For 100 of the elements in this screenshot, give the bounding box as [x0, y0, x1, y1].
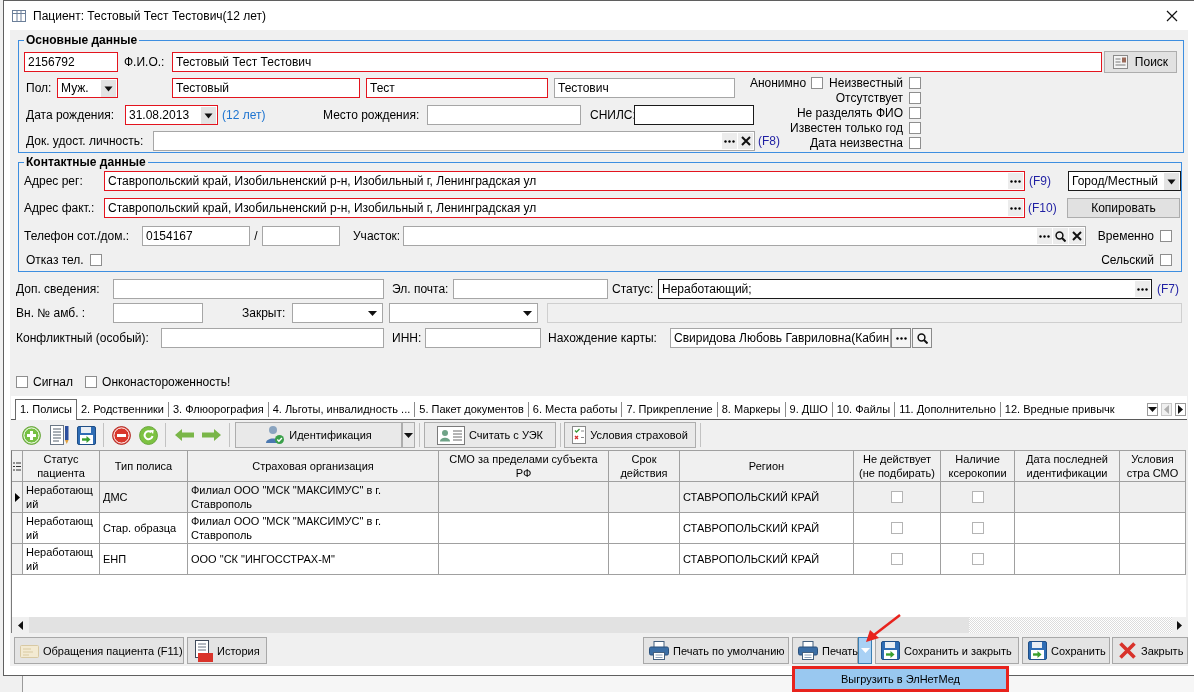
scroll-right-button[interactable]: [1175, 403, 1186, 416]
horizontal-scrollbar[interactable]: [11, 617, 1186, 633]
checkbox[interactable]: [971, 553, 984, 565]
browse-button[interactable]: [1037, 228, 1052, 244]
minus-icon[interactable]: [112, 425, 131, 445]
birth-date-picker[interactable]: 31.08.2013: [125, 105, 218, 125]
copy-button[interactable]: Копировать: [1067, 198, 1180, 218]
tab[interactable]: 6. Места работы: [527, 402, 622, 417]
column-header[interactable]: Срок действия: [609, 451, 680, 482]
clear-button[interactable]: [738, 133, 753, 149]
readonly-field[interactable]: [547, 303, 1182, 323]
read-card-button[interactable]: Считать с УЭК: [424, 422, 556, 448]
checkbox[interactable]: [909, 121, 921, 134]
scroll-right-button[interactable]: [1172, 617, 1186, 633]
refresh-icon[interactable]: [139, 425, 158, 445]
patient-visits-button[interactable]: Обращения пациента (F11): [14, 637, 184, 664]
checkbox[interactable]: [89, 254, 102, 266]
checkbox[interactable]: [811, 76, 824, 89]
phone-field[interactable]: 0154167: [142, 226, 250, 246]
tab[interactable]: 2. Родственники: [77, 402, 168, 417]
tab[interactable]: 8. Маркеры: [716, 402, 785, 417]
address-field[interactable]: Ставропольский край, Изобильненский р-н, Изобильный г, Ленинградская ул: [104, 171, 1025, 191]
dropdown-button[interactable]: [402, 422, 415, 448]
tab[interactable]: 5. Пакет документов: [414, 402, 528, 417]
full-name-field[interactable]: Тестовый Тест Тестович: [172, 52, 1102, 72]
column-header[interactable]: Статус пациента: [23, 451, 100, 482]
checkbox[interactable]: [891, 553, 903, 565]
extra-info-field[interactable]: [113, 279, 384, 299]
conflict-field[interactable]: [161, 328, 384, 348]
plus-icon[interactable]: [22, 425, 41, 445]
clear-button[interactable]: [1069, 228, 1084, 244]
first-name-field[interactable]: Тест: [366, 78, 548, 98]
column-header[interactable]: Регион: [680, 451, 854, 482]
browse-button[interactable]: [891, 328, 911, 348]
checkbox[interactable]: [971, 491, 984, 503]
checkbox[interactable]: [891, 491, 903, 503]
column-header[interactable]: Страховая организация: [188, 451, 439, 482]
column-header[interactable]: Дата последней идентификации: [1015, 451, 1120, 482]
inn-field[interactable]: [425, 328, 541, 348]
header-cell[interactable]: [12, 451, 23, 482]
column-header[interactable]: Не действует (не подбирать): [854, 451, 941, 482]
tab[interactable]: 3. Флюорография: [168, 402, 268, 417]
scrollbar-thumb[interactable]: [29, 617, 969, 633]
checkbox[interactable]: [891, 522, 903, 534]
checkbox[interactable]: [1160, 230, 1172, 242]
district-field[interactable]: [403, 226, 1086, 246]
browse-button[interactable]: [1008, 173, 1023, 189]
identify-button[interactable]: Идентификация: [235, 422, 402, 448]
floppy-icon[interactable]: [77, 425, 96, 445]
column-header[interactable]: СМО за пределами субъекта РФ: [439, 451, 609, 482]
browse-button[interactable]: [1008, 200, 1023, 216]
search-button[interactable]: [912, 328, 932, 348]
outpatient-number-field[interactable]: [113, 303, 203, 323]
right-arrow-icon[interactable]: [202, 429, 221, 441]
tab[interactable]: 11. Дополнительно: [894, 402, 1000, 417]
tab[interactable]: 4. Льготы, инвалидность ...: [267, 402, 415, 417]
checkbox[interactable]: [16, 376, 28, 388]
search-button[interactable]: Поиск: [1104, 51, 1177, 73]
card-number-field[interactable]: 2156792: [24, 52, 118, 72]
checkbox[interactable]: [909, 106, 921, 119]
tab[interactable]: 12. Вредные привычк: [999, 402, 1119, 417]
tab[interactable]: 1. Полисы: [15, 399, 77, 420]
card-location-field[interactable]: Свиридова Любовь Гавриловна(Кабин: [670, 328, 891, 348]
snils-field[interactable]: [634, 105, 754, 125]
scroll-left-button[interactable]: [12, 617, 29, 633]
menu-item[interactable]: Выгрузить в ЭлНетМед: [795, 669, 1006, 689]
search-button[interactable]: [1053, 228, 1068, 244]
browse-button[interactable]: [1135, 281, 1150, 297]
default-print-button[interactable]: Печать по умолчанию: [643, 637, 789, 664]
history-button[interactable]: История: [187, 637, 267, 664]
row-header[interactable]: [12, 482, 23, 513]
column-header[interactable]: Наличие ксерокопии: [941, 451, 1015, 482]
tab[interactable]: 10. Файлы: [831, 402, 895, 417]
column-header[interactable]: Условия стра СМО: [1120, 451, 1186, 482]
last-name-field[interactable]: Тестовый: [172, 78, 360, 98]
insurance-terms-button[interactable]: Условия страховой: [564, 422, 696, 448]
birthplace-field[interactable]: [427, 105, 581, 125]
locality-dropdown[interactable]: Город/Местный: [1068, 171, 1181, 191]
sex-dropdown[interactable]: Муж.: [57, 78, 118, 98]
tab-list-button[interactable]: [1147, 403, 1158, 416]
checkbox[interactable]: [971, 522, 984, 534]
browse-button[interactable]: [722, 133, 737, 149]
checkbox[interactable]: [909, 136, 921, 149]
save-button[interactable]: Сохранить: [1022, 637, 1110, 664]
middle-name-field[interactable]: Тестович: [554, 78, 735, 98]
checkbox[interactable]: [85, 376, 98, 388]
address-field[interactable]: Ставропольский край, Изобильненский р-н, Изобильный г, Ленинградская ул: [104, 198, 1025, 218]
left-arrow-icon[interactable]: [175, 429, 194, 441]
tab[interactable]: 9. ДШО: [784, 402, 832, 417]
save-close-button[interactable]: Сохранить и закрыть: [875, 637, 1019, 664]
phone-field[interactable]: [262, 226, 340, 246]
tab[interactable]: 7. Прикрепление: [621, 402, 717, 417]
closed-reason-dropdown[interactable]: [389, 303, 538, 323]
id-document-field[interactable]: [153, 131, 755, 151]
checkbox[interactable]: [1160, 254, 1172, 266]
checkbox[interactable]: [909, 76, 921, 89]
status-field[interactable]: Неработающий;: [658, 279, 1152, 299]
column-header[interactable]: Тип полиса: [100, 451, 188, 482]
edit-icon[interactable]: [50, 425, 69, 445]
close-button[interactable]: Закрыть: [1112, 637, 1188, 664]
